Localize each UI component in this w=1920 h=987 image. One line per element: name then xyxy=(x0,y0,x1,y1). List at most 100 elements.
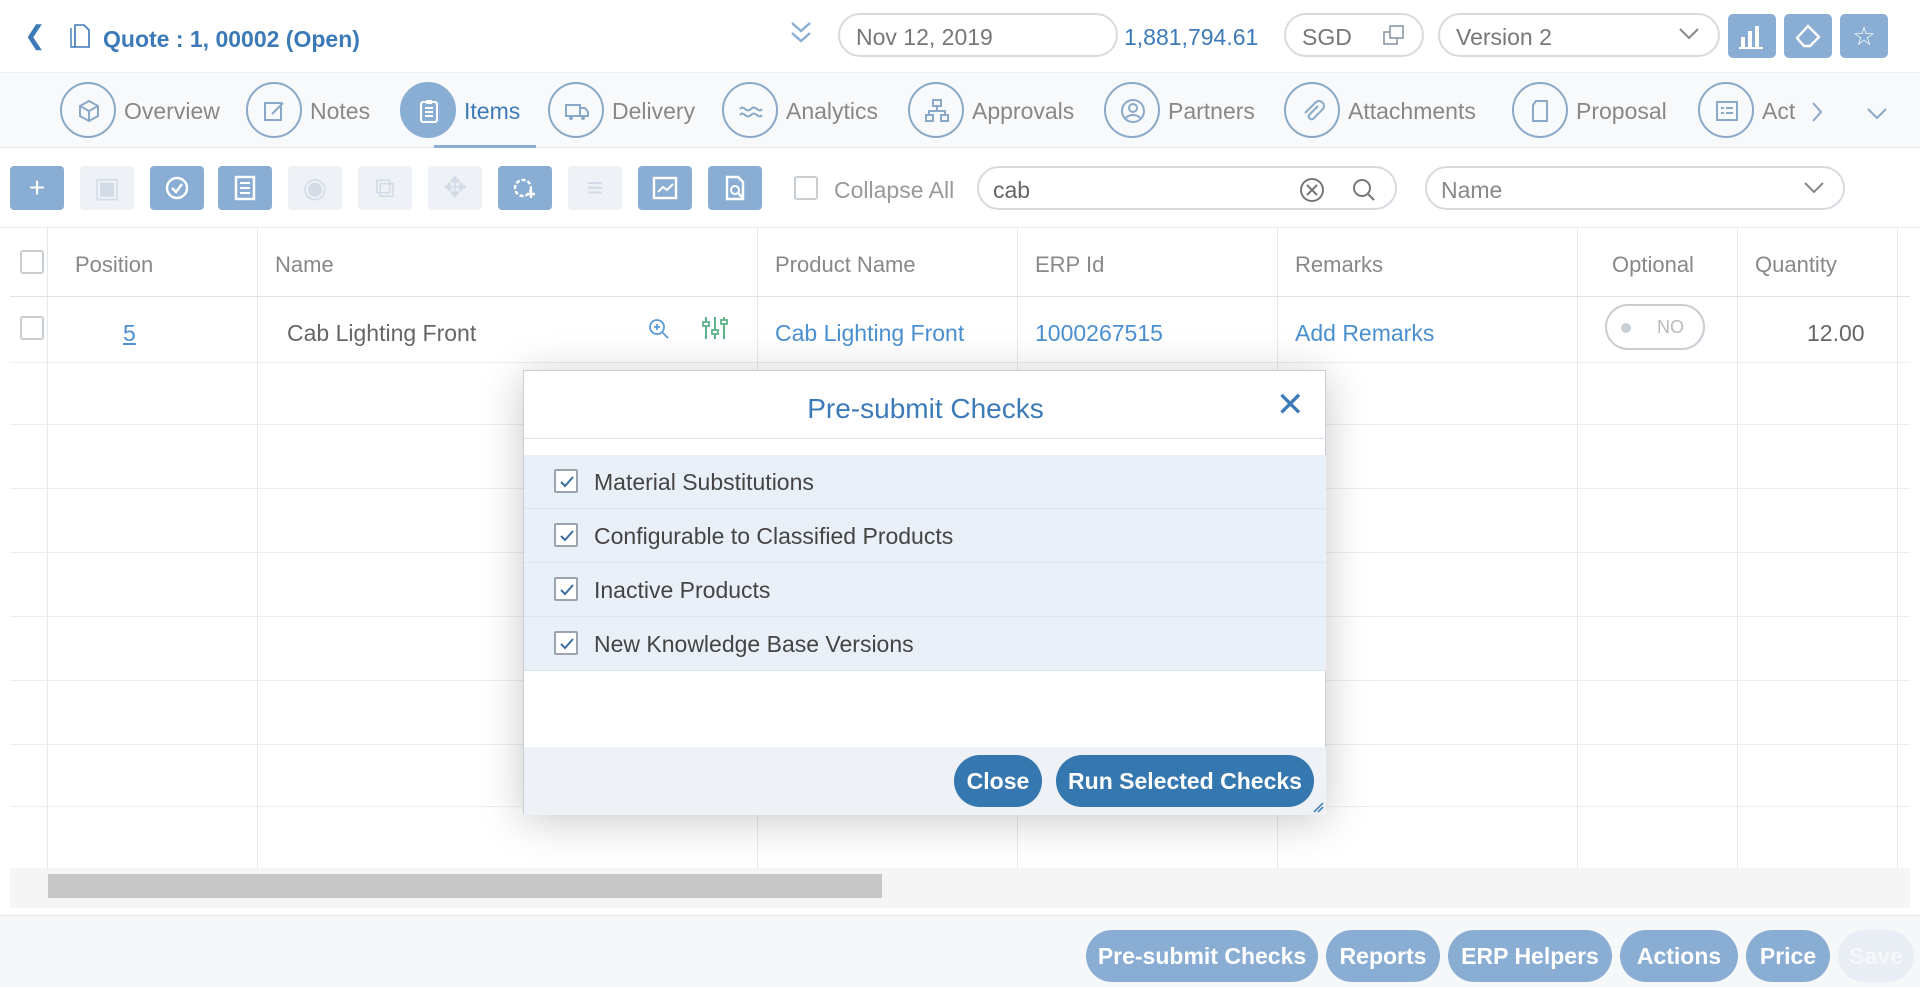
quantity-value: 12.00 xyxy=(1807,320,1865,346)
horizontal-scrollbar[interactable] xyxy=(48,874,882,898)
edit-icon xyxy=(246,82,302,138)
scroll-tabs-right-icon[interactable] xyxy=(1810,101,1824,123)
catalog-button[interactable] xyxy=(218,166,272,210)
checkbox-checked[interactable] xyxy=(554,577,578,601)
clear-search-icon[interactable] xyxy=(1299,177,1325,203)
copy-icon: ⧉ xyxy=(375,172,395,203)
column-divider xyxy=(257,228,258,868)
refresh-button[interactable] xyxy=(150,166,204,210)
copy-item-button[interactable]: ⧉ xyxy=(358,166,412,210)
column-header-position[interactable]: Position xyxy=(75,252,153,278)
column-divider xyxy=(47,228,48,868)
checkbox-checked[interactable] xyxy=(554,523,578,547)
report-icon xyxy=(652,176,678,200)
sort-field-select[interactable]: Name xyxy=(1425,166,1845,210)
document-icon xyxy=(1512,82,1568,138)
column-header-name[interactable]: Name xyxy=(275,252,334,278)
move-icon: ✥ xyxy=(443,172,467,203)
tab-label: Analytics xyxy=(786,98,879,124)
bar-chart-icon xyxy=(1739,26,1763,49)
collapse-all-checkbox[interactable] xyxy=(794,176,818,200)
row-divider xyxy=(10,362,1910,363)
list-icon: ≡ xyxy=(586,172,604,203)
cube-icon xyxy=(60,82,116,138)
check-item[interactable]: Inactive Products xyxy=(524,563,1326,617)
resize-grip-icon[interactable] xyxy=(1312,801,1324,813)
zoom-in-icon[interactable] xyxy=(646,316,672,342)
search-input[interactable]: cab xyxy=(977,166,1397,210)
header-divider xyxy=(10,296,1910,297)
check-item[interactable]: New Knowledge Base Versions xyxy=(524,617,1326,671)
close-icon[interactable]: ✕ xyxy=(1276,385,1305,425)
erp-helpers-button[interactable]: ERP Helpers xyxy=(1448,930,1612,982)
check-item[interactable]: Material Substitutions xyxy=(524,455,1326,509)
favorite-button[interactable]: ☆ xyxy=(1840,14,1888,58)
dialog-divider xyxy=(524,438,1326,439)
collapse-all-label: Collapse All xyxy=(834,177,955,203)
configure-button[interactable] xyxy=(498,166,552,210)
quote-title: Quote : 1, 00002 (Open) xyxy=(103,26,360,52)
actions-button[interactable]: Actions xyxy=(1620,930,1738,982)
report-button[interactable] xyxy=(638,166,692,210)
move-item-button[interactable]: ✥ xyxy=(428,166,482,210)
checkbox-checked[interactable] xyxy=(554,631,578,655)
eraser-icon xyxy=(1795,24,1821,48)
paperclip-icon xyxy=(1284,82,1340,138)
column-header-erp-id[interactable]: ERP Id xyxy=(1035,252,1104,278)
checkbox-checked[interactable] xyxy=(554,469,578,493)
price-button[interactable]: Price xyxy=(1746,930,1830,982)
hierarchy-icon xyxy=(908,82,964,138)
add-remarks-link[interactable]: Add Remarks xyxy=(1295,320,1434,347)
user-icon xyxy=(1104,82,1160,138)
currency-field[interactable]: SGD xyxy=(1284,13,1424,57)
list-tool-button[interactable]: ≡ xyxy=(568,166,622,210)
item-name: Cab Lighting Front xyxy=(287,320,477,346)
erase-button[interactable] xyxy=(1784,14,1832,58)
search-icon[interactable] xyxy=(1351,177,1377,203)
run-selected-checks-button[interactable]: Run Selected Checks xyxy=(1056,755,1314,807)
tab-label: Delivery xyxy=(612,98,696,124)
delete-button[interactable]: ▣ xyxy=(80,166,134,210)
sliders-icon[interactable] xyxy=(700,314,730,342)
check-item[interactable]: Configurable to Classified Products xyxy=(524,509,1326,563)
copy-icon[interactable] xyxy=(1382,24,1406,46)
date-value: Nov 12, 2019 xyxy=(856,24,993,50)
check-label: Material Substitutions xyxy=(594,469,814,495)
disabled-tool-button[interactable]: ◉ xyxy=(288,166,342,210)
chart-button[interactable] xyxy=(1728,14,1776,58)
row-checkbox[interactable] xyxy=(20,316,44,340)
tabs-menu-chevron-icon[interactable] xyxy=(1866,107,1888,121)
position-link[interactable]: 5 xyxy=(123,320,136,347)
document-search-icon xyxy=(725,175,745,201)
check-label: Inactive Products xyxy=(594,577,771,603)
version-select[interactable]: Version 2 xyxy=(1438,13,1720,57)
check-label: Configurable to Classified Products xyxy=(594,523,954,549)
date-field[interactable]: Nov 12, 2019 xyxy=(838,13,1118,57)
erp-id-link[interactable]: 1000267515 xyxy=(1035,320,1163,347)
optional-toggle[interactable]: NO xyxy=(1605,304,1705,350)
tab-label: Attachments xyxy=(1348,98,1476,124)
add-item-button[interactable]: + xyxy=(10,166,64,210)
column-header-remarks[interactable]: Remarks xyxy=(1295,252,1383,278)
settings-plus-icon xyxy=(513,178,535,198)
double-chevron-down-icon[interactable] xyxy=(786,18,816,48)
toggle-knob xyxy=(1621,323,1631,333)
preview-button[interactable] xyxy=(708,166,762,210)
close-button[interactable]: Close xyxy=(954,755,1042,807)
column-header-product-name[interactable]: Product Name xyxy=(775,252,916,278)
reports-button[interactable]: Reports xyxy=(1326,930,1440,982)
plus-icon: + xyxy=(28,172,46,203)
top-bar: ❮ Quote : 1, 00002 (Open) Nov 12, 2019 1… xyxy=(0,0,1920,72)
quote-document-icon xyxy=(70,24,90,48)
select-all-checkbox[interactable] xyxy=(20,250,44,274)
tab-bar: Overview Notes Items Delivery Analytics … xyxy=(0,72,1920,148)
back-chevron-icon[interactable]: ❮ xyxy=(24,20,46,51)
save-button[interactable]: Save xyxy=(1838,930,1914,982)
pre-submit-checks-button[interactable]: Pre-submit Checks xyxy=(1086,930,1318,982)
footer-bar: Pre-submit Checks Reports ERP Helpers Ac… xyxy=(0,915,1920,987)
product-name-link[interactable]: Cab Lighting Front xyxy=(775,320,964,347)
optional-value: NO xyxy=(1657,317,1684,337)
pre-submit-checks-dialog: Pre-submit Checks ✕ Material Substitutio… xyxy=(523,370,1326,815)
column-header-quantity[interactable]: Quantity xyxy=(1755,252,1837,278)
column-header-optional[interactable]: Optional xyxy=(1612,252,1694,278)
